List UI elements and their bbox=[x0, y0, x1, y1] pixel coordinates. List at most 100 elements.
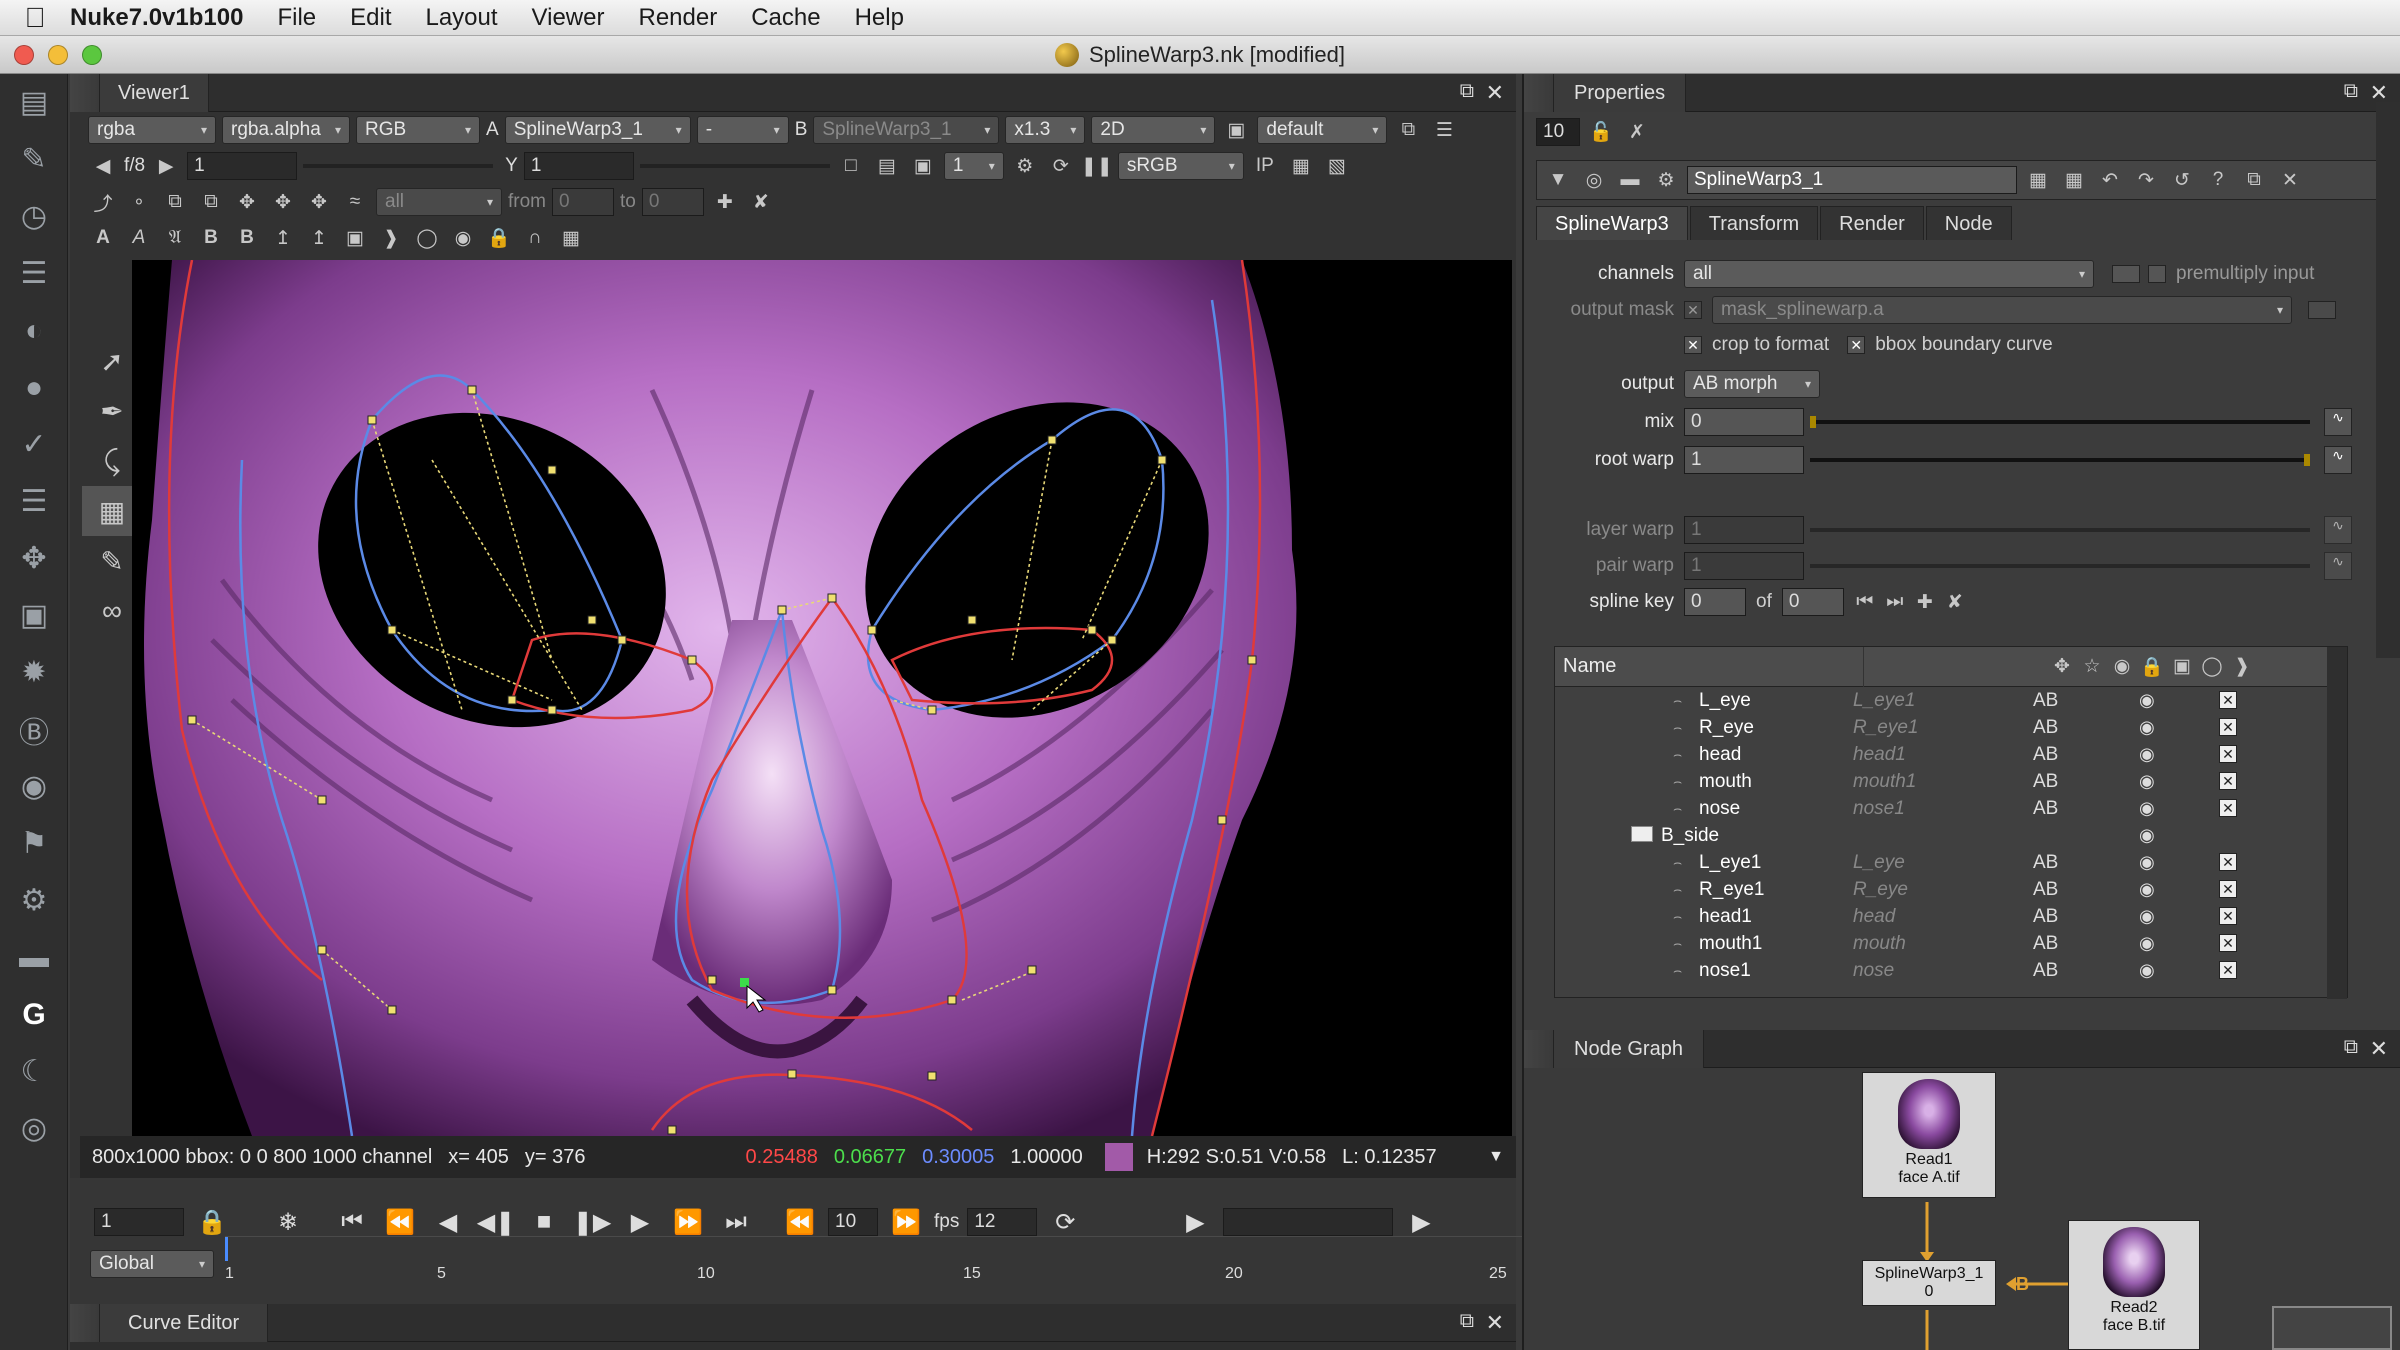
pause-render-icon[interactable]: ⚙ bbox=[1010, 152, 1040, 180]
deep-nodes-icon[interactable]: Ⓑ bbox=[0, 701, 68, 758]
curve-checkbox[interactable]: ✕ bbox=[2219, 907, 2237, 925]
merge-nodes-icon[interactable]: ☰ bbox=[0, 473, 68, 530]
to-field[interactable]: 0 bbox=[641, 188, 704, 216]
panel-grip[interactable] bbox=[70, 73, 100, 112]
close-panel-icon[interactable]: ✕ bbox=[1486, 1310, 1504, 1336]
step-field[interactable]: 10 bbox=[828, 1208, 878, 1236]
visibility-icon[interactable]: ◉ bbox=[2139, 798, 2155, 819]
float-panel-icon[interactable]: ⧉ bbox=[1460, 80, 1474, 103]
curve-checkbox[interactable]: ✕ bbox=[2219, 880, 2237, 898]
hatch-icon[interactable]: ▧ bbox=[1322, 152, 1352, 180]
lock-panels-icon[interactable]: 🔓 bbox=[1586, 118, 1616, 146]
root-warp-knob[interactable] bbox=[2304, 454, 2310, 466]
a-input-dropdown[interactable]: SplineWarp3_1 ▾ bbox=[504, 116, 691, 144]
node-graph-navigator[interactable] bbox=[2272, 1306, 2392, 1350]
pause-icon[interactable]: ❚❚ bbox=[1081, 152, 1113, 180]
app-name-menu[interactable]: Nuke7.0v1b100 bbox=[70, 4, 243, 32]
gain-field[interactable]: 1 bbox=[187, 152, 298, 180]
output-select[interactable]: AB morph ▾ bbox=[1684, 370, 1820, 398]
help-icon[interactable]: ? bbox=[2203, 166, 2233, 194]
smooth-icon[interactable]: ✥ bbox=[304, 188, 334, 216]
plugins-nodes-icon[interactable]: ☾ bbox=[0, 1043, 68, 1100]
list-item[interactable]: mouth ⌢ mouth1 AB ✕ ◉ bbox=[1555, 768, 2347, 795]
overlay-icon[interactable]: ▦ bbox=[1286, 152, 1316, 180]
root-warp-slider[interactable] bbox=[1810, 446, 2310, 474]
list-item[interactable]: mouth1 ⌢ mouth AB ✕ ◉ bbox=[1555, 930, 2347, 957]
undo-icon[interactable]: ↶ bbox=[2095, 166, 2125, 194]
minimize-window-button[interactable] bbox=[48, 45, 68, 65]
mask-icon[interactable]: ▣ bbox=[340, 224, 370, 252]
col-transform-icon[interactable]: ✥ bbox=[2047, 653, 2077, 681]
root-warp-animate-icon[interactable]: ∿ bbox=[2324, 446, 2352, 474]
ellipse-icon[interactable]: ◯ bbox=[412, 224, 442, 252]
node-color-b-icon[interactable]: ▦ bbox=[2059, 166, 2089, 194]
col-circle-icon[interactable]: ◯ bbox=[2197, 653, 2227, 681]
other-nodes-icon[interactable]: ⚙ bbox=[0, 872, 68, 929]
clear-panels-icon[interactable]: ✗ bbox=[1622, 118, 1652, 146]
fps-field[interactable]: 12 bbox=[967, 1208, 1038, 1236]
crop-to-format-checkbox[interactable]: ✕ bbox=[1684, 336, 1702, 354]
zoom-dropdown[interactable]: x1.3 ▾ bbox=[1005, 116, 1086, 144]
play-forward-icon[interactable]: ❚▶ bbox=[572, 1204, 612, 1240]
curve-checkbox[interactable]: ✕ bbox=[2219, 745, 2237, 763]
ab-mode[interactable]: AB bbox=[2033, 960, 2058, 982]
cache-icon[interactable]: ❄ bbox=[268, 1204, 308, 1240]
properties-scrollbar[interactable] bbox=[2376, 102, 2400, 658]
list-item[interactable]: L_eye1 ⌢ L_eye AB ✕ ◉ bbox=[1555, 849, 2347, 876]
max-panels-field[interactable]: 10 bbox=[1536, 118, 1580, 146]
visibility-icon[interactable]: ◉ bbox=[2139, 960, 2155, 981]
show-labels-icon[interactable]: A bbox=[124, 224, 154, 252]
lock-range-icon[interactable]: 🔒 bbox=[192, 1204, 232, 1240]
splinewarp-node[interactable]: SplineWarp3_1 0 bbox=[1862, 1260, 1996, 1306]
next-key-icon[interactable]: ⏭ bbox=[1880, 588, 1910, 616]
channels-dropdown[interactable]: rgba ▾ bbox=[88, 116, 216, 144]
mix-knob[interactable] bbox=[1810, 416, 1816, 428]
autokey-icon[interactable]: ⤴ bbox=[88, 188, 118, 216]
ab-mode[interactable]: AB bbox=[2033, 906, 2058, 928]
remove-point-icon[interactable]: ✥ bbox=[268, 188, 298, 216]
close-node-icon[interactable]: ✕ bbox=[2275, 166, 2305, 194]
ab-mode[interactable]: AB bbox=[2033, 690, 2058, 712]
col-check-icon[interactable]: ▣ bbox=[2167, 653, 2197, 681]
col-motion-icon[interactable]: ❱ bbox=[2227, 653, 2257, 681]
lut-icon[interactable]: ▣ bbox=[1221, 116, 1251, 144]
collapse-node-icon[interactable]: ▼ bbox=[1543, 166, 1573, 194]
from-field[interactable]: 0 bbox=[552, 188, 614, 216]
tab-node[interactable]: Node bbox=[1925, 206, 2012, 240]
transform-nodes-icon[interactable]: ✥ bbox=[0, 530, 68, 587]
show-curves-icon[interactable]: 𝔄 bbox=[160, 224, 190, 252]
next-frame-icon[interactable]: ▶ bbox=[620, 1204, 660, 1240]
lock-icon[interactable]: 🔒 bbox=[484, 224, 514, 252]
float-node-icon[interactable]: ⧉ bbox=[2239, 166, 2269, 194]
refresh-icon[interactable]: ⟳ bbox=[1046, 152, 1076, 180]
info-expand-icon[interactable]: ▼ bbox=[1488, 1148, 1504, 1166]
particles-nodes-icon[interactable]: ✹ bbox=[0, 644, 68, 701]
add-point-icon[interactable]: ✥ bbox=[232, 188, 262, 216]
prev-frame-icon[interactable]: ◀ bbox=[428, 1204, 468, 1240]
curve-checkbox[interactable]: ✕ bbox=[2219, 961, 2237, 979]
ab-mode[interactable]: AB bbox=[2033, 933, 2058, 955]
show-b-icon[interactable]: B bbox=[196, 224, 226, 252]
tab-curve-editor[interactable]: Curve Editor bbox=[100, 1303, 269, 1342]
bbox-boundary-checkbox[interactable]: ✕ bbox=[1847, 336, 1866, 354]
fit-icon[interactable]: ⧉ bbox=[1393, 116, 1423, 144]
downrez-dropdown[interactable]: 1 ▾ bbox=[943, 152, 1004, 180]
playhead[interactable] bbox=[225, 1237, 228, 1261]
visibility-icon[interactable]: ◉ bbox=[2139, 879, 2155, 900]
gain-slider[interactable] bbox=[303, 152, 494, 180]
ab-mode[interactable]: AB bbox=[2033, 771, 2058, 793]
node-name-field[interactable]: SplineWarp3_1 bbox=[1687, 166, 2017, 194]
layer-warp-animate-icon[interactable]: ∿ bbox=[2324, 516, 2352, 544]
output-mask-select[interactable]: mask_splinewarp.a ▾ bbox=[1712, 296, 2292, 324]
visibility-icon[interactable]: ◉ bbox=[2139, 906, 2155, 927]
b-input-dropdown[interactable]: SplineWarp3_1 ▾ bbox=[813, 116, 1000, 144]
view-mode-dropdown[interactable]: 2D ▾ bbox=[1091, 116, 1216, 144]
list-item[interactable]: head1 ⌢ head AB ✕ ◉ bbox=[1555, 903, 2347, 930]
tab-transform[interactable]: Transform bbox=[1689, 206, 1819, 240]
close-panel-icon[interactable]: ✕ bbox=[1486, 80, 1504, 106]
menu-file[interactable]: File bbox=[277, 4, 316, 32]
flipbook-icon[interactable]: ▶ bbox=[1175, 1204, 1215, 1240]
pair-warp-slider[interactable] bbox=[1810, 552, 2310, 580]
menu-layout[interactable]: Layout bbox=[425, 4, 497, 32]
selected-point[interactable] bbox=[740, 978, 749, 987]
